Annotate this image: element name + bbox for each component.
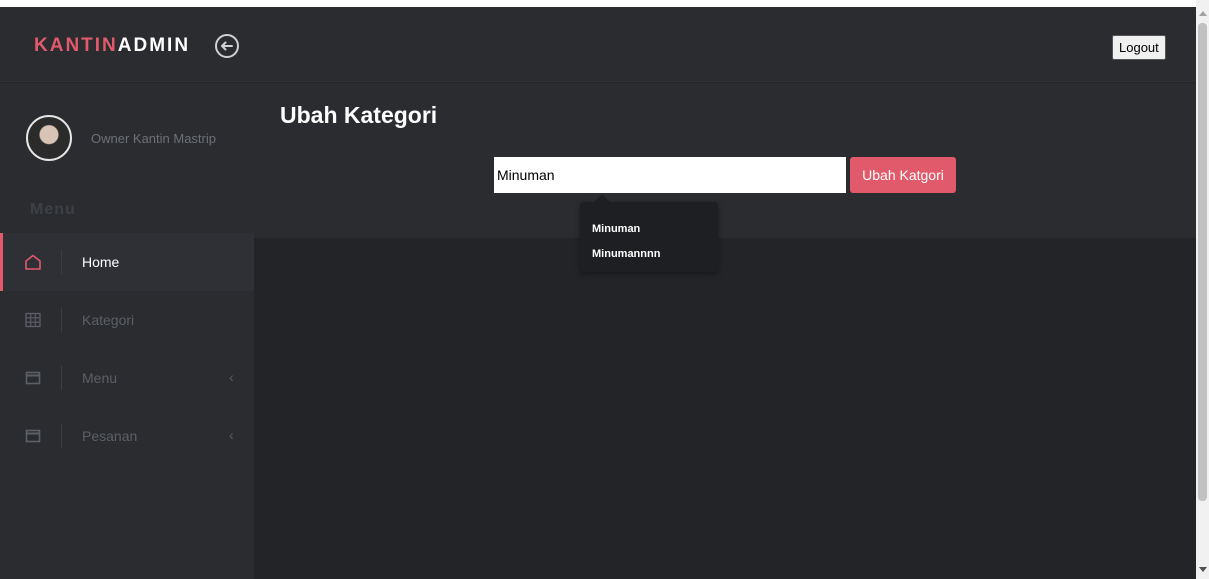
chevron-left-icon: ‹ (229, 369, 234, 385)
nav-divider (61, 250, 62, 274)
category-name-input[interactable] (494, 157, 846, 193)
autocomplete-dropdown: Minuman Minumannnn (580, 194, 718, 272)
app-window: KANTINADMIN Logout Owner Kantin Mastrip … (0, 7, 1196, 579)
sidebar-item-label: Menu (82, 370, 118, 386)
scroll-down-arrow-icon[interactable] (1199, 567, 1207, 572)
brand-part-kantin: KANTIN (34, 35, 118, 56)
sidebar-item-label: Home (82, 254, 120, 270)
nav-divider (61, 366, 62, 390)
logout-button[interactable]: Logout (1112, 35, 1166, 60)
scroll-up-arrow-icon[interactable] (1199, 11, 1207, 16)
sidebar: Owner Kantin Mastrip Menu Home Kategori (0, 83, 254, 579)
sidebar-item-home[interactable]: Home (0, 233, 254, 291)
edit-category-panel: Ubah Kategori Ubah Katgori (254, 83, 1196, 238)
update-category-button[interactable]: Ubah Katgori (850, 157, 956, 193)
scrollbar-thumb[interactable] (1198, 23, 1207, 501)
home-icon (25, 254, 41, 270)
vertical-scrollbar[interactable] (1196, 0, 1209, 579)
autocomplete-option[interactable]: Minuman (592, 223, 640, 235)
brand-logo[interactable]: KANTINADMIN (34, 35, 190, 57)
top-bar: KANTINADMIN Logout (0, 7, 1196, 82)
window-icon (25, 429, 41, 443)
brand-part-admin: ADMIN (117, 35, 191, 56)
chevron-left-icon: ‹ (229, 427, 234, 443)
sidebar-item-label: Kategori (82, 312, 135, 328)
sidebar-item-pesanan[interactable]: Pesanan ‹ (0, 407, 254, 465)
sidebar-item-menu[interactable]: Menu ‹ (0, 349, 254, 407)
user-profile: Owner Kantin Mastrip (26, 115, 216, 161)
avatar (26, 115, 72, 161)
nav-divider (61, 424, 62, 448)
sidebar-toggle-button[interactable] (215, 34, 239, 58)
page-title: Ubah Kategori (280, 102, 438, 128)
sidebar-item-label: Pesanan (82, 428, 138, 444)
autocomplete-option[interactable]: Minumannnn (592, 248, 660, 260)
sidebar-nav: Home Kategori Menu ‹ Pesanan ‹ (0, 233, 254, 465)
sidebar-item-kategori[interactable]: Kategori (0, 291, 254, 349)
nav-divider (61, 308, 62, 332)
window-icon (25, 371, 41, 385)
menu-heading: Menu (30, 201, 76, 218)
grid-icon (25, 312, 41, 328)
owner-name: Owner Kantin Mastrip (91, 130, 216, 146)
arrow-left-icon (221, 41, 233, 51)
